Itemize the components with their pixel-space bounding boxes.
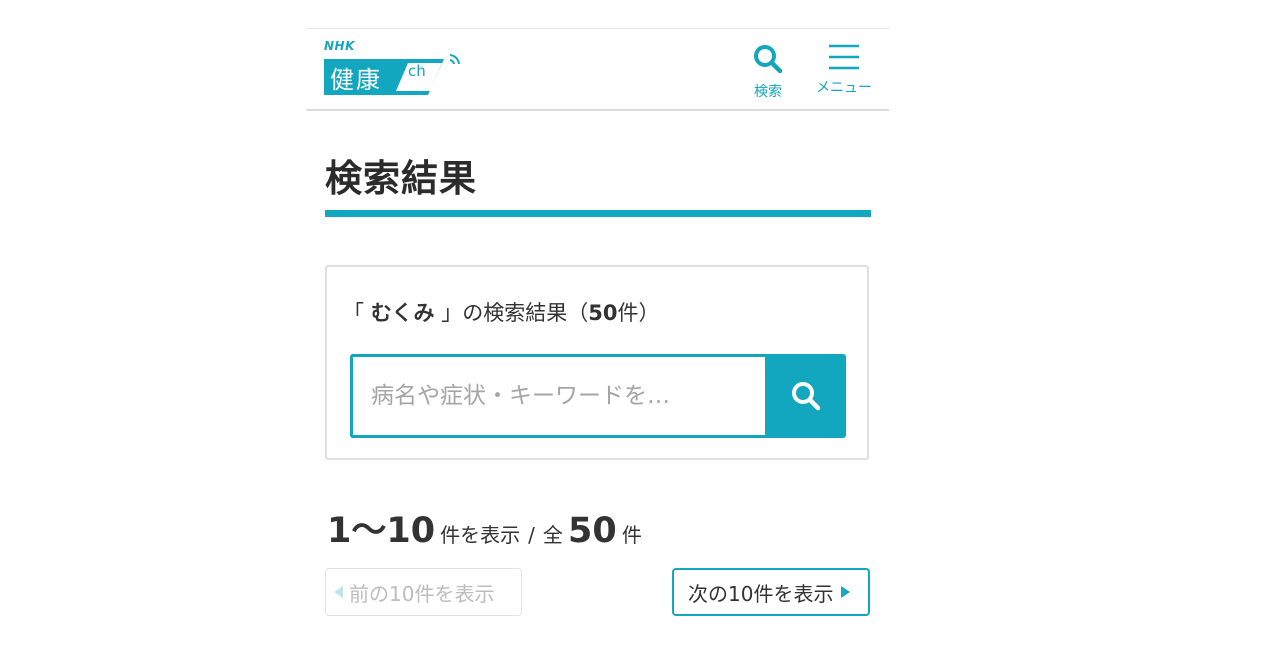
search-result-heading: 「 むくみ 」の検索結果（50件） bbox=[343, 297, 659, 327]
header-search-button[interactable]: 検索 bbox=[748, 43, 788, 101]
search-keyword: むくみ bbox=[370, 301, 435, 325]
search-form bbox=[350, 354, 846, 438]
search-icon bbox=[791, 382, 820, 411]
search-input[interactable] bbox=[350, 354, 766, 438]
page-title: 検索結果 bbox=[325, 157, 477, 200]
next-page-button[interactable]: 次の10件を表示 bbox=[672, 568, 870, 616]
result-range: 1〜10 bbox=[327, 511, 436, 551]
result-total: 50 bbox=[588, 301, 618, 325]
logo-suffix: ch bbox=[408, 62, 426, 80]
hamburger-menu-icon bbox=[829, 44, 859, 70]
search-icon bbox=[754, 45, 783, 74]
search-panel: 「 むくみ 」の検索結果（50件） bbox=[325, 265, 869, 460]
result-count-unit: 件） bbox=[617, 301, 660, 325]
caret-left-icon bbox=[334, 586, 343, 598]
close-bracket: 」 bbox=[441, 301, 463, 325]
result-range-unit: 件を表示 bbox=[440, 523, 521, 547]
result-total-prefix: 全 bbox=[542, 523, 563, 547]
nhk-kenko-ch-logo[interactable]: NHK 健康 ch bbox=[324, 39, 469, 99]
result-count: 1〜10 件を表示 / 全 50 件 bbox=[327, 502, 642, 553]
caret-right-icon bbox=[841, 586, 851, 598]
page: NHK 健康 ch 検索 メニュー 検索結果 「 むくみ 」の検索結果（50件）… bbox=[306, 28, 889, 616]
prev-page-button[interactable]: 前の10件を表示 bbox=[325, 568, 522, 616]
search-submit-button[interactable] bbox=[765, 354, 846, 438]
prev-page-label: 前の10件を表示 bbox=[349, 581, 495, 606]
result-separator: / bbox=[528, 523, 535, 547]
header-menu-button[interactable]: メニュー bbox=[811, 43, 877, 97]
next-page-label: 次の10件を表示 bbox=[688, 581, 834, 606]
logo-title: 健康 bbox=[330, 66, 382, 94]
result-total-unit: 件 bbox=[621, 523, 642, 547]
site-header: NHK 健康 ch 検索 メニュー bbox=[306, 28, 889, 111]
header-menu-label: メニュー bbox=[816, 80, 872, 96]
header-search-label: 検索 bbox=[754, 84, 782, 100]
result-suffix: の検索結果（ bbox=[462, 301, 589, 325]
open-bracket: 「 bbox=[343, 301, 364, 325]
title-underline bbox=[325, 210, 871, 217]
result-total-number: 50 bbox=[568, 511, 617, 551]
logo-brand: NHK bbox=[324, 39, 355, 53]
